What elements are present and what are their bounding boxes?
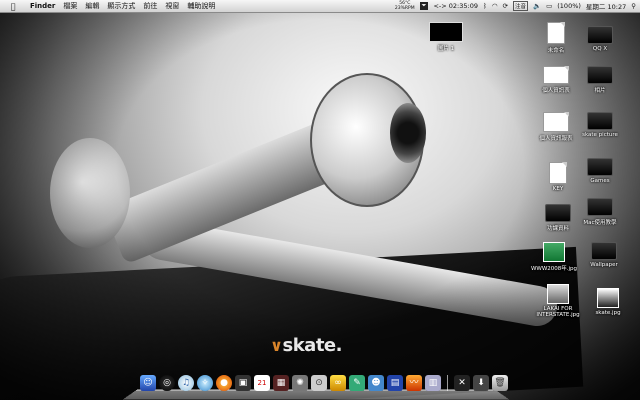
folder-icon (587, 198, 613, 216)
desktop-icon[interactable]: skate.jpg (578, 288, 638, 316)
firefox-icon[interactable]: ● (216, 375, 232, 391)
safari-icon[interactable]: ✧ (197, 375, 213, 391)
menu-view[interactable]: 顯示方式 (103, 1, 139, 11)
menu-extras: 56°C 23%RPM ⏷ <-> 02:35:09 ᛒ ◠ ⟳ 注音 🔈 ▭ … (395, 0, 636, 12)
photo-icon (547, 284, 569, 304)
document-icon (547, 22, 565, 44)
document-icon (543, 112, 569, 132)
menu-help[interactable]: 輔助說明 (183, 1, 219, 11)
folder-icon (587, 66, 613, 84)
temperature-monitor[interactable]: 56°C 23%RPM (395, 1, 415, 11)
wifi-icon[interactable]: ◠ (492, 2, 498, 10)
people-icon[interactable]: ☻ (368, 375, 384, 391)
apple-menu-icon[interactable]:  (0, 2, 26, 11)
volume-icon[interactable]: 🔈 (533, 2, 541, 10)
dock-separator (447, 375, 448, 391)
spotlight-icon[interactable]: ⚲ (631, 2, 636, 10)
menu-edit[interactable]: 編輯 (81, 1, 103, 11)
photo-icon (543, 242, 565, 262)
document-icon (549, 162, 567, 184)
photo-icon[interactable]: ▣ (235, 375, 251, 391)
calendar-icon[interactable]: 21 (254, 375, 270, 391)
desktop-icon[interactable]: Games (570, 158, 630, 184)
timer-readout[interactable]: <-> 02:35:09 (433, 2, 478, 10)
skate-logo: ∨skate. (270, 335, 342, 356)
fan-readout: 23%RPM (394, 6, 415, 11)
desktop-icon[interactable]: 圖片 1 (416, 22, 476, 52)
finder-icon[interactable]: ☺ (140, 375, 156, 391)
desktop-icon[interactable]: Wallpaper (574, 242, 634, 268)
dock-icons: ☺ ◎ ♫ ✧ ● ▣ 21 ▦ ✺ ⊙ ∞ ✎ ☻ ▤ 〰 ▥ ✕ ⬇ 🗑 (140, 375, 508, 391)
activity-icon[interactable]: 〰 (406, 375, 422, 391)
film-icon[interactable]: ▦ (273, 375, 289, 391)
downloads-icon[interactable]: ⬇ (473, 375, 489, 391)
status-icon[interactable]: ⏷ (419, 2, 429, 10)
menu-app-finder[interactable]: Finder (26, 2, 59, 10)
document-icon (543, 66, 569, 84)
menu-window[interactable]: 視窗 (161, 1, 183, 11)
folder-icon (587, 26, 613, 44)
itunes-icon[interactable]: ♫ (178, 375, 194, 391)
desktop-icon[interactable]: QQ X (570, 26, 630, 52)
battery-percent: (100%) (557, 2, 581, 10)
desktop-icon[interactable]: 相片 (570, 66, 630, 94)
folder-icon (587, 112, 613, 130)
dashboard-icon[interactable]: ◎ (159, 375, 175, 391)
battery-icon[interactable]: ▭ (546, 2, 552, 10)
bluetooth-icon[interactable]: ᛒ (483, 2, 487, 10)
messenger-icon[interactable]: ∞ (330, 375, 346, 391)
clock[interactable]: 星期二 10:27 (586, 1, 626, 11)
excel-icon[interactable]: ▥ (425, 375, 441, 391)
dock-shelf (122, 389, 510, 400)
network-icon[interactable]: ▤ (387, 375, 403, 391)
skate-icon[interactable]: ✺ (292, 375, 308, 391)
menu-go[interactable]: 前往 (139, 1, 161, 11)
menu-file[interactable]: 檔案 (59, 1, 81, 11)
folder-icon (587, 158, 613, 176)
screenshot-icon (429, 22, 463, 42)
sync-icon[interactable]: ⟳ (503, 2, 508, 10)
desktop-icon[interactable]: Mac使用教學 (570, 198, 630, 226)
menu-bar:  Finder 檔案 編輯 顯示方式 前往 視窗 輔助說明 56°C 23%R… (0, 0, 640, 13)
word-icon[interactable]: ✎ (349, 375, 365, 391)
folder-icon (545, 204, 571, 222)
preview-icon[interactable]: ⊙ (311, 375, 327, 391)
photo-icon (597, 288, 619, 308)
x11-icon[interactable]: ✕ (454, 375, 470, 391)
trash-icon[interactable]: 🗑 (492, 375, 508, 391)
folder-icon (591, 242, 617, 260)
desktop-icon[interactable]: skate picture (570, 112, 630, 138)
dock: ☺ ◎ ♫ ✧ ● ▣ 21 ▦ ✺ ⊙ ∞ ✎ ☻ ▤ 〰 ▥ ✕ ⬇ 🗑 (122, 375, 510, 400)
input-method-menu[interactable]: 注音 (513, 1, 529, 11)
